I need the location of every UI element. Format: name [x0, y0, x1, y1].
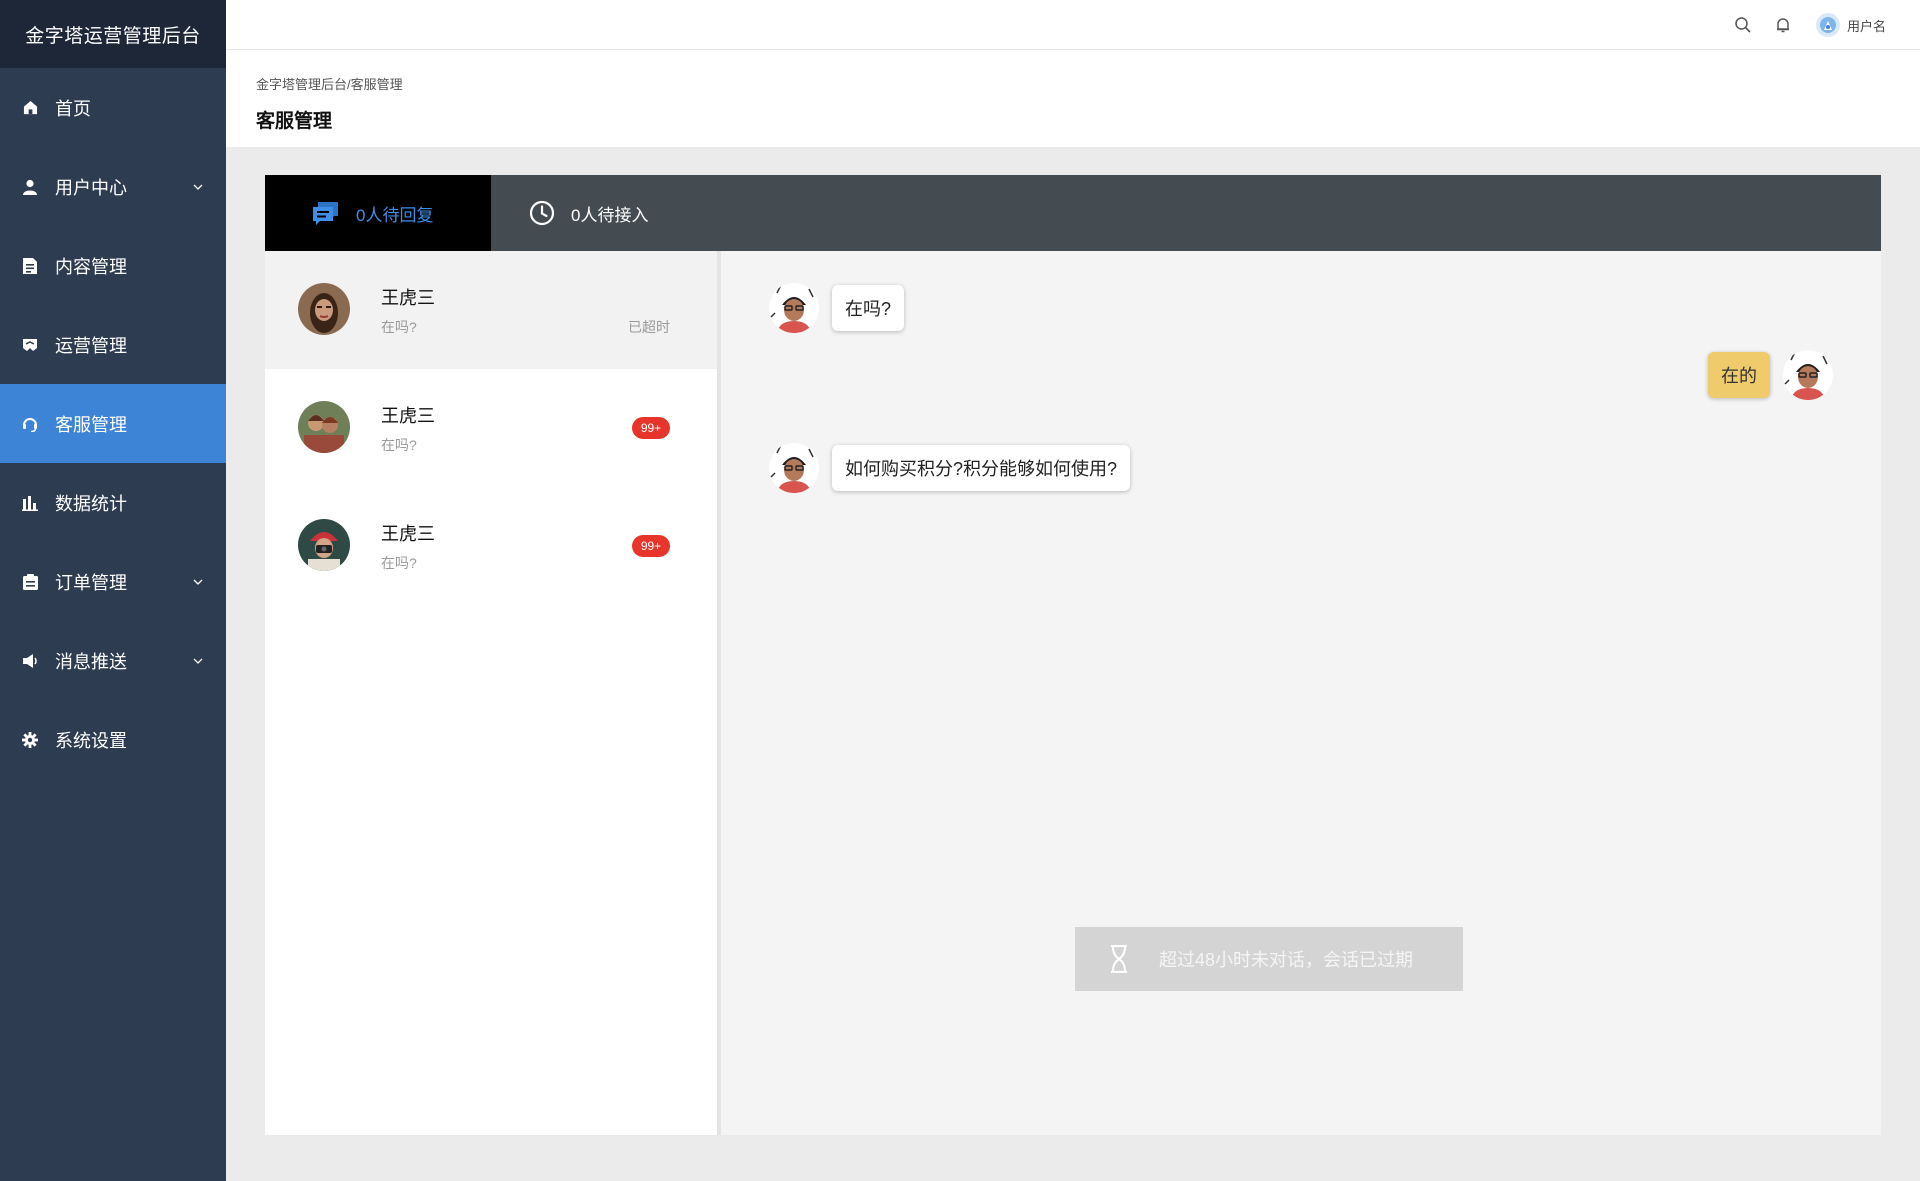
- tab-label: 0人待接入: [571, 205, 649, 225]
- app-logo-title: 金字塔运营管理后台: [0, 0, 226, 68]
- avatar: [298, 283, 350, 335]
- message-bubble: 在吗?: [832, 285, 905, 331]
- chevron-down-icon: [193, 658, 203, 664]
- sidebar-item-user-center[interactable]: 用户中心: [0, 147, 226, 226]
- sidebar-item-home[interactable]: 首页: [0, 68, 226, 147]
- list-item[interactable]: 王虎三 在吗? 已超时: [265, 251, 717, 369]
- sidebar-item-content[interactable]: 内容管理: [0, 226, 226, 305]
- headset-icon: [22, 416, 38, 432]
- page-title: 客服管理: [256, 111, 333, 132]
- avatar: [1816, 13, 1840, 37]
- conversation-name: 王虎三: [381, 288, 435, 308]
- clock-icon: [529, 200, 555, 226]
- message-incoming: 如何购买积分?积分能够如何使用?: [769, 443, 1131, 493]
- conversation-name: 王虎三: [381, 406, 435, 426]
- tab-pending-access[interactable]: 0人待接入: [491, 175, 711, 251]
- conversation-preview: 在吗?: [381, 555, 417, 571]
- document-icon: [22, 257, 38, 274]
- bar-chart-icon: [22, 495, 38, 511]
- sidebar-item-operations[interactable]: 运营管理: [0, 305, 226, 384]
- customer-service-panel: 0人待回复 0人待接入 王虎三 在吗? 已超时 王虎三 在吗? 99+ 王虎三 …: [265, 175, 1881, 1135]
- clipboard-icon: [22, 573, 38, 590]
- chevron-down-icon: [193, 579, 203, 585]
- breadcrumb[interactable]: 金字塔管理后台/客服管理: [256, 74, 403, 93]
- status-badge: 已超时: [628, 319, 670, 335]
- sidebar-item-label: 内容管理: [55, 256, 127, 277]
- avatar: [298, 401, 350, 453]
- avatar: [1783, 350, 1833, 400]
- flag-icon: [22, 337, 38, 353]
- sidebar-item-label: 运营管理: [55, 335, 127, 356]
- tab-label: 0人待回复: [356, 205, 434, 225]
- avatar: [298, 519, 350, 571]
- session-expired-notice: 超过48小时未对话，会话已过期: [1075, 927, 1463, 991]
- page-header: 金字塔管理后台/客服管理 客服管理: [226, 50, 1920, 147]
- sidebar-item-settings[interactable]: 系统设置: [0, 700, 226, 779]
- conversation-list: 王虎三 在吗? 已超时 王虎三 在吗? 99+ 王虎三 在吗? 99+: [265, 251, 717, 1135]
- gear-icon: [22, 731, 38, 748]
- hourglass-icon: [1109, 945, 1129, 973]
- sidebar-item-statistics[interactable]: 数据统计: [0, 463, 226, 542]
- sidebar-item-customer-service[interactable]: 客服管理: [0, 384, 226, 463]
- user-menu[interactable]: 用户名: [1816, 13, 1886, 37]
- sidebar-item-label: 数据统计: [55, 493, 127, 514]
- chat-bubbles-icon: [312, 200, 340, 226]
- conversation-name: 王虎三: [381, 524, 435, 544]
- bell-icon[interactable]: [1774, 16, 1792, 34]
- user-name: 用户名: [1847, 18, 1887, 34]
- message-incoming: 在吗?: [769, 283, 905, 333]
- conversation-preview: 在吗?: [381, 437, 417, 453]
- avatar: [769, 443, 819, 493]
- sidebar-item-orders[interactable]: 订单管理: [0, 542, 226, 621]
- unread-badge: 99+: [632, 535, 670, 557]
- chevron-down-icon: [193, 184, 203, 190]
- sidebar-item-label: 消息推送: [55, 651, 127, 672]
- sidebar: 金字塔运营管理后台 首页 用户中心 内容管理 运营管理 客服管理 数据统计 订单…: [0, 0, 226, 1181]
- sidebar-item-label: 用户中心: [55, 177, 127, 198]
- top-header: 用户名: [226, 0, 1920, 50]
- list-item[interactable]: 王虎三 在吗? 99+: [265, 487, 717, 605]
- search-icon[interactable]: [1734, 16, 1752, 34]
- user-icon: [22, 179, 38, 195]
- message-bubble: 在的: [1708, 352, 1770, 398]
- sidebar-item-label: 客服管理: [55, 414, 127, 435]
- tab-bar: 0人待回复 0人待接入: [265, 175, 1881, 251]
- expired-notice-text: 超过48小时未对话，会话已过期: [1159, 950, 1414, 970]
- conversation-preview: 在吗?: [381, 319, 417, 335]
- message-outgoing: 在的: [1708, 350, 1833, 400]
- message-bubble: 如何购买积分?积分能够如何使用?: [832, 445, 1131, 491]
- sidebar-item-label: 订单管理: [55, 572, 127, 593]
- home-icon: [22, 100, 38, 116]
- list-item[interactable]: 王虎三 在吗? 99+: [265, 369, 717, 487]
- avatar: [769, 283, 819, 333]
- unread-badge: 99+: [632, 417, 670, 439]
- sidebar-item-push[interactable]: 消息推送: [0, 621, 226, 700]
- megaphone-icon: [22, 653, 38, 669]
- chat-window: 在吗? 在的 如何购买积分?积分能够如何使用? 超过48小时未对话，会话已过期: [721, 251, 1881, 1135]
- tab-pending-reply[interactable]: 0人待回复: [265, 175, 491, 251]
- sidebar-item-label: 首页: [55, 98, 91, 119]
- sidebar-item-label: 系统设置: [55, 730, 127, 751]
